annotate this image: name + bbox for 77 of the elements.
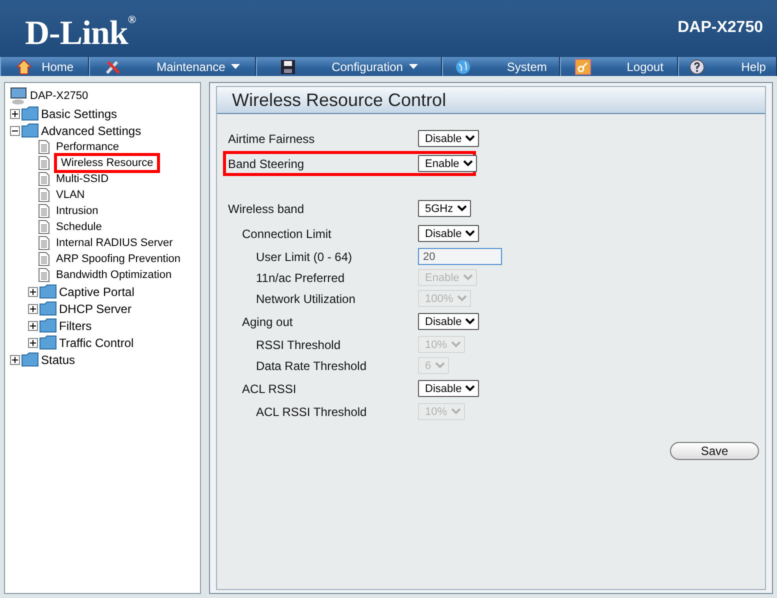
nav-button[interactable]: Logout [560,57,678,76]
field-label: RSSI Threshold [255,338,342,352]
expand-icon[interactable] [28,320,38,330]
input-field[interactable]: 20 [418,248,502,265]
save-button[interactable]: Save [670,442,759,460]
expand-icon[interactable] [10,108,20,118]
field-label: ACL RSSI [241,382,298,396]
folder-icon [39,318,57,333]
nav-button[interactable]: Help [678,57,777,76]
dropdown[interactable]: 5GHz [418,200,471,217]
folder-icon [39,284,57,299]
page-icon [38,268,50,282]
page-icon [38,188,50,202]
tree-page-item[interactable]: Intrusion [54,205,100,217]
field-label: Data Rate Threshold [255,358,368,372]
dropdown[interactable]: Disable [418,130,479,147]
tree-page-item[interactable]: Wireless Resource [54,153,160,173]
page-icon [38,156,50,170]
tools-icon [104,58,121,74]
folder-icon [21,352,39,367]
panel-title: Wireless Resource Control [232,90,446,110]
expand-icon[interactable] [28,304,38,314]
tree-root-item[interactable]: DAP-X2750 [28,90,90,102]
field-label: User Limit (0 - 64) [255,250,354,264]
dropdown[interactable]: Disable [418,313,479,330]
field-label: Connection Limit [241,226,332,240]
tree-page-item[interactable]: Multi-SSID [54,173,111,185]
field-label: Band Steering [228,156,306,170]
field-label: ACL RSSI Threshold [255,404,368,418]
page-icon [38,252,50,266]
caret-icon [408,64,418,69]
tree-page-item[interactable]: Schedule [54,221,104,233]
nav-button[interactable]: Home [0,57,90,76]
expand-icon[interactable] [28,286,38,296]
key-icon [574,58,591,74]
tree-folder-item[interactable]: DHCP Server [57,302,134,316]
field-label: Airtime Fairness [228,132,316,146]
dropdown[interactable]: Disable [418,380,479,397]
tree-folder-item[interactable]: Advanced Settings [39,124,144,138]
house-icon [16,58,32,74]
folder-icon [39,301,57,316]
nav-button[interactable]: Configuration [256,57,442,76]
tree-page-item[interactable]: Internal RADIUS Server [54,237,175,249]
tree-page-item[interactable]: Performance [54,141,121,153]
tree-folder-item[interactable]: Filters [57,318,94,332]
folder-icon [21,106,39,121]
logo: D-Link$^{®}$ [25,17,136,51]
caret-icon [231,64,240,69]
folder-icon [21,123,39,138]
field-label: 11n/ac Preferred [255,270,346,284]
dropdown[interactable]: Disable [418,225,479,242]
collapse-icon[interactable] [10,126,20,136]
page-icon [38,220,50,234]
expand-icon[interactable] [10,354,20,364]
tree-page-item[interactable]: Bandwidth Optimization [54,269,174,281]
expand-icon[interactable] [28,338,38,348]
tree-folder-item[interactable]: Captive Portal [57,284,136,298]
tree-page-item[interactable]: VLAN [54,189,87,201]
dropdown[interactable]: Enable [418,155,477,172]
tree-folder-item[interactable]: Status [39,352,78,366]
field-label: Wireless band [228,202,306,216]
computer-icon [10,87,28,105]
globe-icon [454,58,471,74]
page-icon [38,236,50,250]
nav-button[interactable]: Maintenance [89,57,256,76]
tree-folder-item[interactable]: Basic Settings [39,106,120,120]
nav-button[interactable]: System [442,57,560,76]
tree-folder-item[interactable]: Traffic Control [57,336,136,350]
field-label: Aging out [241,314,294,328]
folder-icon [39,335,57,350]
page-icon [38,140,50,154]
field-label: Network Utilization [255,292,356,306]
help-icon [689,58,706,74]
page-icon [38,172,50,186]
page-icon [38,204,50,218]
model-name: DAP-X2750 [678,18,763,36]
tree-page-item[interactable]: ARP Spoofing Prevention [54,253,183,265]
